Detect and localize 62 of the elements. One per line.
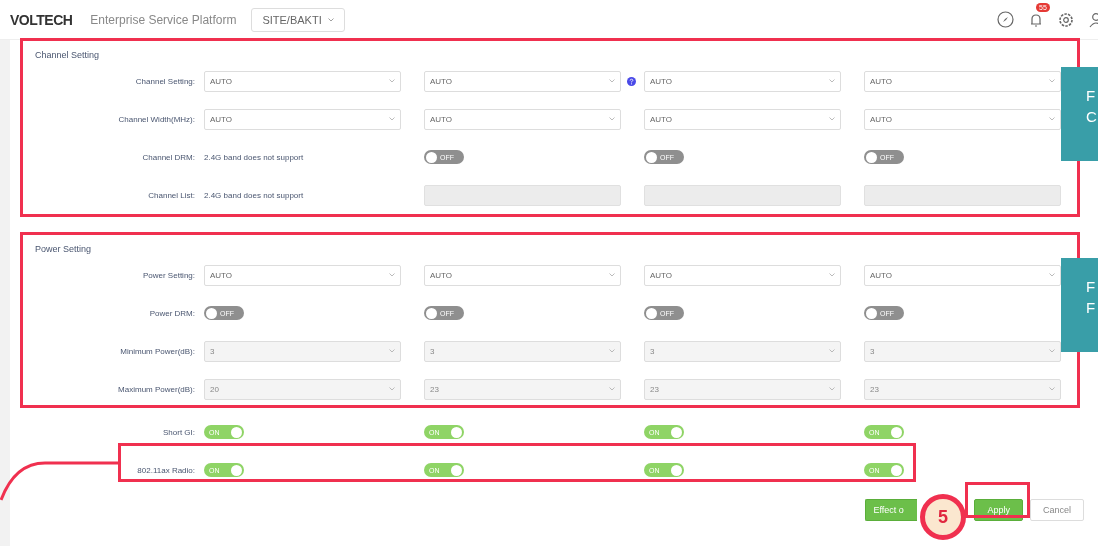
settings-icon[interactable] [1058, 11, 1074, 28]
step-badge: 5 [920, 494, 966, 540]
caret-icon [829, 387, 835, 391]
select-field[interactable]: AUTO [424, 108, 621, 130]
field-label: Channel Setting: [134, 76, 196, 86]
field-label: Power DRM: [148, 308, 196, 318]
callout-text: F [1086, 298, 1097, 318]
action-button[interactable]: Cancel [1030, 499, 1084, 521]
caret-icon [389, 349, 395, 353]
bell-icon[interactable] [1028, 11, 1044, 28]
select-field[interactable]: AUTO [204, 264, 401, 286]
caret-icon [1049, 349, 1055, 353]
note-text: 2.4G band does not support [204, 190, 304, 200]
caret-icon [389, 273, 395, 277]
callout-text: C [1086, 107, 1098, 127]
caret-icon [327, 17, 334, 22]
callout-text: F [1086, 86, 1097, 106]
select-field[interactable]: AUTO [864, 264, 1061, 286]
select-field[interactable]: AUTO [424, 70, 621, 92]
caret-icon [1049, 387, 1055, 391]
field-label: Channel List: [147, 190, 196, 200]
highlight-frame [965, 482, 1030, 518]
compass-icon[interactable] [997, 11, 1014, 28]
caret-icon [1049, 79, 1055, 83]
caret-icon [1049, 117, 1055, 121]
caret-icon [609, 349, 615, 353]
section-title: Power Setting [34, 243, 93, 256]
field-label: Channel Width(MHz): [117, 114, 196, 124]
field-label: Maximum Power(dB): [117, 384, 196, 394]
select-field[interactable]: AUTO [644, 108, 841, 130]
field-label: Channel DRM: [141, 152, 196, 162]
logo: VOLTECH [10, 11, 73, 28]
caret-icon [389, 387, 395, 391]
select-field[interactable]: AUTO [424, 264, 621, 286]
caret-icon [829, 117, 835, 121]
caret-icon [829, 349, 835, 353]
caret-icon [389, 117, 395, 121]
help-icon[interactable] [627, 76, 636, 86]
callout-text: F [1086, 277, 1097, 297]
field-label: Power Setting: [141, 270, 196, 280]
site-dropdown[interactable]: SITE/BAKTI [251, 7, 345, 32]
app-title: Enterprise Service Platform [90, 12, 237, 27]
note-text: 2.4G band does not support [204, 152, 304, 162]
caret-icon [1049, 273, 1055, 277]
caret-icon [829, 273, 835, 277]
caret-icon [829, 79, 835, 83]
caret-icon [609, 79, 615, 83]
select-field[interactable]: AUTO [864, 108, 1061, 130]
caret-icon [609, 117, 615, 121]
caret-icon [609, 273, 615, 277]
action-button[interactable]: Effect o [865, 499, 918, 521]
section-title: Channel Setting [34, 49, 101, 62]
select-field[interactable]: AUTO [644, 264, 841, 286]
select-field[interactable]: AUTO [644, 70, 841, 92]
field-label: 802.11ax Radio: [136, 465, 196, 475]
caret-icon [389, 79, 395, 83]
select-field[interactable]: AUTO [864, 70, 1061, 92]
caret-icon [609, 387, 615, 391]
select-field[interactable]: AUTO [204, 108, 401, 130]
select-field[interactable]: AUTO [204, 70, 401, 92]
field-label: Short GI: [162, 427, 196, 437]
field-label: Minimum Power(dB): [119, 346, 196, 356]
